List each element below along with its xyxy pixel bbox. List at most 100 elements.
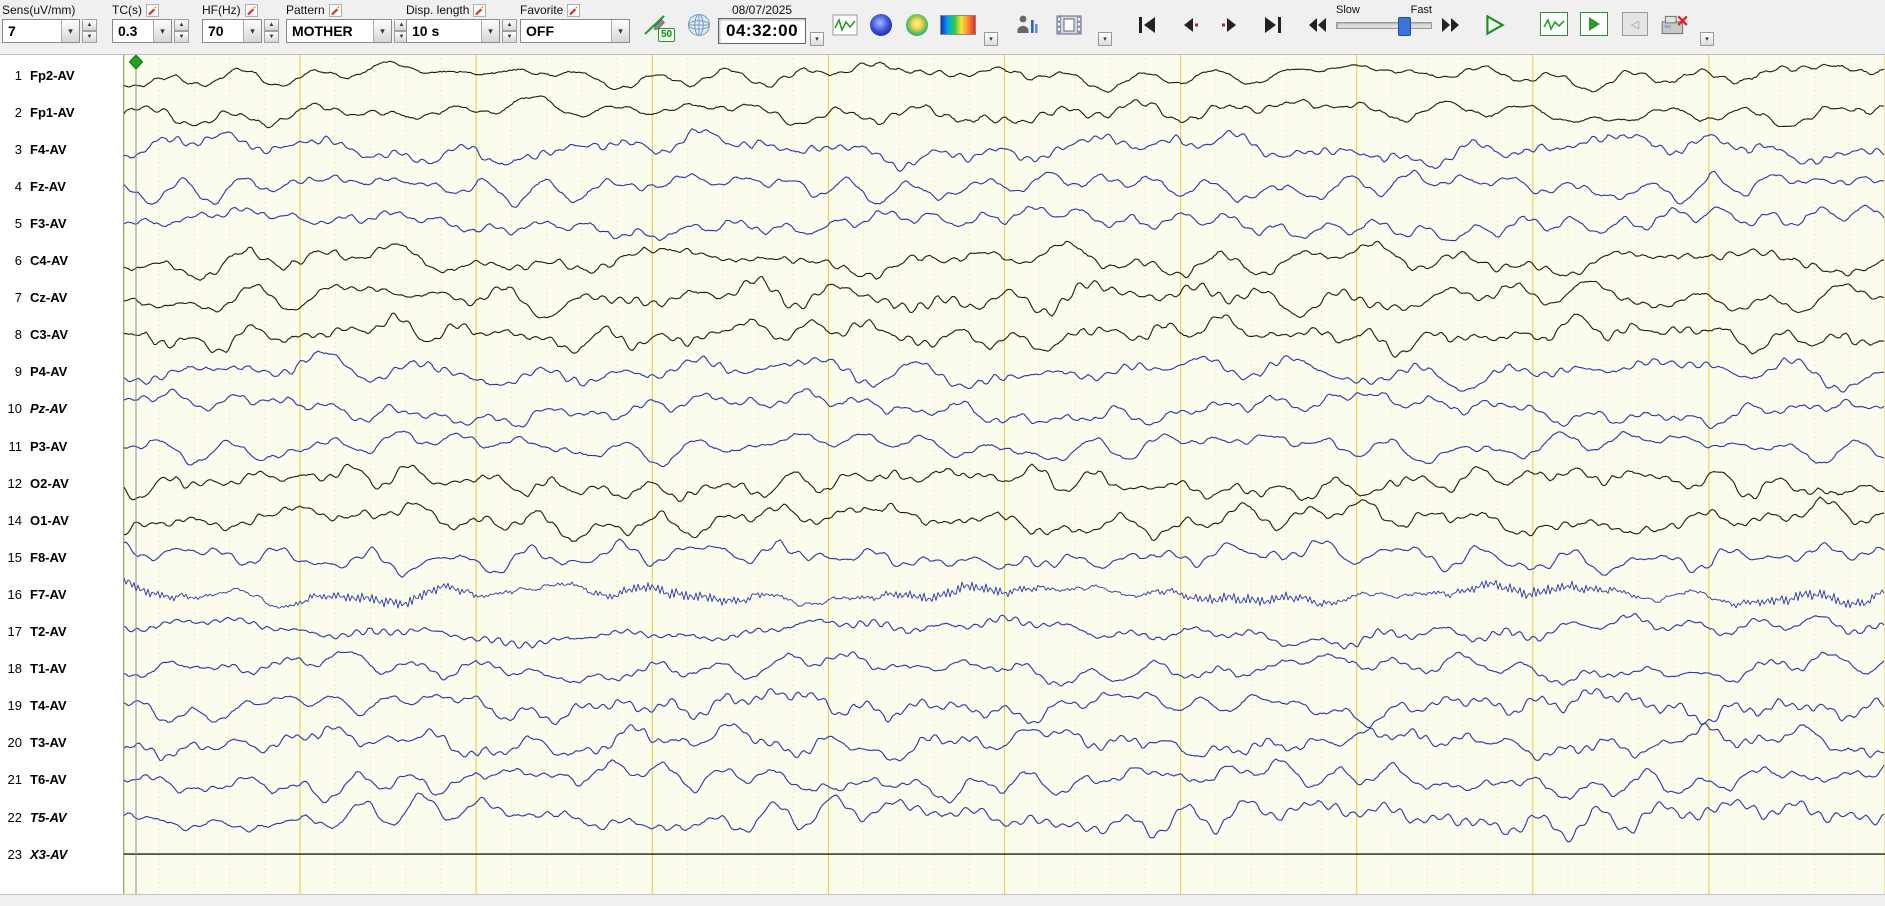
- auto-play-button[interactable]: [1580, 12, 1608, 36]
- fast-forward-button[interactable]: [1436, 10, 1466, 40]
- chevron-down-icon[interactable]: ▾: [373, 20, 391, 42]
- spin-up-button[interactable]: ▲: [264, 19, 279, 31]
- notch-filter-badge[interactable]: 50: [658, 28, 676, 42]
- channel-row[interactable]: 22 T5-AV: [0, 807, 123, 827]
- skip-to-start-button[interactable]: [1132, 10, 1162, 40]
- spin-up-button[interactable]: ▲: [502, 19, 517, 31]
- channel-row[interactable]: 7 Cz-AV: [0, 288, 123, 308]
- speed-slider: Slow Fast: [1336, 4, 1432, 44]
- channel-label: T5-AV: [30, 809, 67, 825]
- channel-row[interactable]: 8 C3-AV: [0, 325, 123, 345]
- trace-wrap: [124, 54, 1885, 894]
- edit-icon[interactable]: [567, 3, 581, 17]
- channel-number: 20: [7, 735, 22, 751]
- edit-icon[interactable]: [473, 3, 487, 17]
- channel-number: 9: [14, 364, 22, 380]
- pattern-value: MOTHER: [292, 23, 353, 39]
- display-length-value: 10 s: [412, 23, 440, 39]
- edit-icon[interactable]: [244, 3, 258, 17]
- pattern-select[interactable]: MOTHER ▾: [286, 19, 392, 43]
- sensitivity-control: Sens(uV/mm) 7 ▾ ▲ ▼: [2, 3, 97, 43]
- channel-number: 23: [7, 846, 22, 862]
- time-dropdown-button[interactable]: ▾: [810, 32, 824, 46]
- favorite-select[interactable]: OFF ▾: [520, 19, 630, 43]
- chevron-down-icon[interactable]: ▾: [481, 20, 499, 42]
- channel-number: 4: [14, 178, 22, 194]
- map-dropdown-button[interactable]: ▾: [984, 32, 998, 46]
- rainbow-map-icon: [906, 14, 928, 36]
- chevron-down-icon[interactable]: ▾: [243, 20, 261, 42]
- speed-slider-track[interactable]: [1336, 22, 1432, 29]
- channel-row[interactable]: 18 T1-AV: [0, 659, 123, 679]
- green-play-icon: [1589, 17, 1600, 31]
- map-grid-button[interactable]: [684, 10, 714, 40]
- edit-icon[interactable]: [328, 3, 342, 17]
- spin-down-button[interactable]: ▼: [82, 31, 97, 43]
- channel-row[interactable]: 16 F7-AV: [0, 584, 123, 604]
- channel-row[interactable]: 14 O1-AV: [0, 510, 123, 530]
- channel-row[interactable]: 10 Pz-AV: [0, 399, 123, 419]
- channel-row[interactable]: 21 T6-AV: [0, 770, 123, 790]
- device-dropdown-button[interactable]: ▾: [1700, 32, 1714, 46]
- skip-to-end-button[interactable]: [1258, 10, 1288, 40]
- display-length-spinner: ▲ ▼: [502, 19, 517, 43]
- spectrum-map-button[interactable]: [902, 10, 932, 40]
- patient-info-button[interactable]: [1012, 10, 1042, 40]
- bottom-scrollbar[interactable]: [0, 894, 1885, 906]
- hf-select[interactable]: 70 ▾: [202, 19, 262, 43]
- display-length-select[interactable]: 10 s ▾: [406, 19, 500, 43]
- gray-arrow-icon: ◁: [1630, 18, 1640, 31]
- chevron-down-icon[interactable]: ▾: [61, 20, 79, 42]
- channel-row[interactable]: 2 Fp1-AV: [0, 102, 123, 122]
- time-display: 04:32:00: [718, 18, 807, 44]
- channel-row[interactable]: 19 T4-AV: [0, 696, 123, 716]
- rewind-button[interactable]: [1302, 10, 1332, 40]
- channel-row[interactable]: 9 P4-AV: [0, 362, 123, 382]
- live-monitor-button[interactable]: [1540, 12, 1568, 36]
- brain-map-button[interactable]: [866, 10, 896, 40]
- device-disconnect-button[interactable]: [1656, 10, 1692, 40]
- hf-spinner: ▲ ▼: [264, 19, 279, 43]
- step-back-button[interactable]: [1174, 10, 1204, 40]
- tc-select[interactable]: 0.3 ▾: [112, 19, 172, 43]
- channel-row[interactable]: 20 T3-AV: [0, 733, 123, 753]
- channel-label: F4-AV: [30, 141, 67, 157]
- spin-down-button[interactable]: ▼: [502, 31, 517, 43]
- speed-slider-handle[interactable]: [1398, 17, 1411, 36]
- spin-up-button[interactable]: ▲: [82, 19, 97, 31]
- hf-label: HF(Hz): [202, 3, 241, 17]
- channel-row[interactable]: 3 F4-AV: [0, 139, 123, 159]
- channel-row[interactable]: 6 C4-AV: [0, 251, 123, 271]
- eeg-trace-area[interactable]: [124, 54, 1885, 894]
- spin-down-button[interactable]: ▼: [264, 31, 279, 43]
- tc-value: 0.3: [118, 23, 138, 39]
- channel-number: 19: [7, 698, 22, 714]
- channel-row[interactable]: 12 O2-AV: [0, 473, 123, 493]
- video-dropdown-button[interactable]: ▾: [1098, 32, 1112, 46]
- colormap-strip-icon: [940, 15, 976, 35]
- channel-row[interactable]: 15 F8-AV: [0, 547, 123, 567]
- sensitivity-select[interactable]: 7 ▾: [2, 19, 80, 43]
- page-back-button[interactable]: ◁: [1622, 12, 1648, 36]
- channel-row[interactable]: 4 Fz-AV: [0, 176, 123, 196]
- colormap-button[interactable]: [938, 10, 978, 40]
- edit-icon[interactable]: [146, 3, 159, 17]
- step-forward-button[interactable]: [1216, 10, 1246, 40]
- video-button[interactable]: [1052, 10, 1086, 40]
- channel-label: T2-AV: [30, 624, 67, 639]
- channel-row[interactable]: 5 F3-AV: [0, 213, 123, 233]
- play-button[interactable]: [1480, 10, 1510, 40]
- step-forward-icon: [1222, 18, 1236, 32]
- channel-label: O2-AV: [30, 475, 69, 491]
- chevron-down-icon[interactable]: ▾: [153, 20, 171, 42]
- chevron-down-icon[interactable]: ▾: [611, 20, 629, 42]
- spin-down-button[interactable]: ▼: [174, 31, 189, 43]
- channel-number: 5: [14, 215, 22, 231]
- channel-row[interactable]: 1 Fp2-AV: [0, 65, 123, 85]
- channel-row[interactable]: 11 P3-AV: [0, 436, 123, 456]
- channel-row[interactable]: 23 X3-AV: [0, 844, 123, 864]
- channel-row[interactable]: 17 T2-AV: [0, 622, 123, 642]
- spin-up-button[interactable]: ▲: [174, 19, 189, 31]
- waveform-view-button[interactable]: [830, 10, 860, 40]
- mini-eeg-icon: [832, 14, 858, 36]
